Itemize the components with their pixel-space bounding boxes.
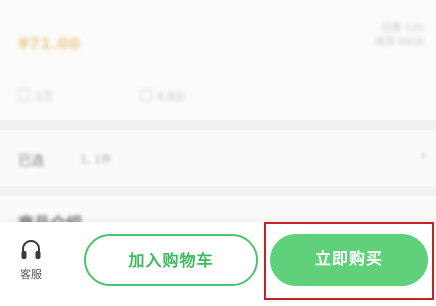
selected-spec-row[interactable]: 已选 1, 1件 › <box>0 130 436 186</box>
bottom-action-bar: 客服 加入购物车 立即购买 <box>0 222 436 306</box>
customer-service-label: 客服 <box>20 268 42 281</box>
selected-spec-label: 已选 <box>18 154 45 169</box>
stat-icon <box>140 89 152 101</box>
product-stat-left: 1万 <box>18 88 53 104</box>
add-to-cart-button[interactable]: 加入购物车 <box>84 234 258 286</box>
selected-spec-value: 1, 1件 <box>80 153 112 166</box>
stat-icon <box>18 89 30 101</box>
headset-icon <box>21 240 41 259</box>
product-info-card: ¥71.00 已售 120 库存 6608 1万 4.8分 <box>0 0 436 120</box>
product-meta: 已售 120 库存 6608 <box>362 22 424 50</box>
product-page: ¥71.00 已售 120 库存 6608 1万 4.8分 已选 1, 1件 ›… <box>0 0 436 306</box>
product-price: ¥71.00 <box>18 34 80 53</box>
buy-now-button[interactable]: 立即购买 <box>270 234 428 286</box>
product-stat-right: 4.8分 <box>140 88 186 104</box>
product-stat-right-text: 4.8分 <box>157 90 186 103</box>
chevron-right-icon: › <box>420 148 426 164</box>
customer-service-button[interactable]: 客服 <box>10 238 52 290</box>
product-stat-left-text: 1万 <box>35 90 53 103</box>
product-meta-top: 已售 120 <box>381 23 424 34</box>
product-meta-bottom: 库存 6608 <box>375 37 424 48</box>
